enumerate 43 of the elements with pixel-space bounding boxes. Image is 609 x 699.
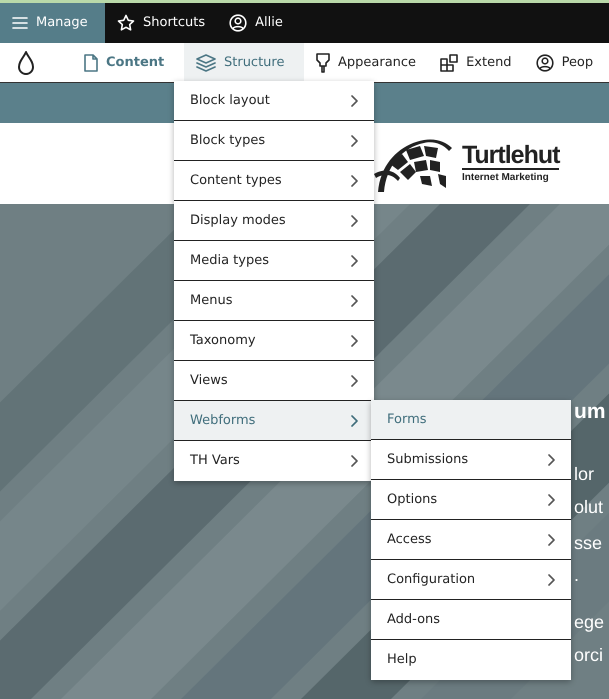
toolbar-tab[interactable]: Allie [217,3,295,43]
user-icon [536,54,554,72]
hero-text: olut [574,496,604,519]
menu-item[interactable]: Taxonomy [174,321,374,361]
menu-item[interactable]: Submissions [371,440,571,480]
tray-tab[interactable]: Structure [184,43,304,82]
document-icon [84,54,98,72]
drupal-drop-icon [16,50,36,76]
menu-item[interactable]: Options [371,480,571,520]
tray-tab[interactable]: Peop [524,43,606,82]
menu-item[interactable]: Help [371,640,571,680]
brush-icon [316,52,330,72]
hero-text: sse [574,532,602,555]
menu-icon [12,17,28,29]
menu-item[interactable]: Block layout [174,81,374,121]
menu-item[interactable]: Content types [174,161,374,201]
tray-tab[interactable]: Appearance [304,43,428,82]
hero-text: orci [574,644,604,667]
menu-item[interactable]: Block types [174,121,374,161]
tray-tab[interactable]: Content [66,43,184,82]
menu-item[interactable]: Add-ons [371,600,571,640]
menu-item[interactable]: Media types [174,241,374,281]
hero-text: lor [574,463,594,486]
star-icon [117,14,135,32]
menu-item[interactable]: Webforms [174,401,374,441]
toolbar-tab[interactable]: Shortcuts [105,3,218,43]
menu-item[interactable]: TH Vars [174,441,374,481]
hero-heading: um [574,399,606,425]
toolbar-tab[interactable]: Manage [0,3,105,43]
menu-item[interactable]: Menus [174,281,374,321]
menu-item[interactable]: Display modes [174,201,374,241]
layers-icon [196,54,216,72]
hero-text: ege [574,611,604,634]
menu-item[interactable]: Views [174,361,374,401]
user-icon [229,14,248,32]
hero-text: . [574,564,580,587]
logo-tagline: Internet Marketing [462,170,549,184]
tray-tab[interactable]: Extend [428,43,524,82]
menu-item[interactable]: Forms [371,400,571,440]
blocks-icon [440,54,458,72]
menu-item[interactable]: Access [371,520,571,560]
menu-item[interactable]: Configuration [371,560,571,600]
logo-name: Turtlehut [462,142,560,170]
